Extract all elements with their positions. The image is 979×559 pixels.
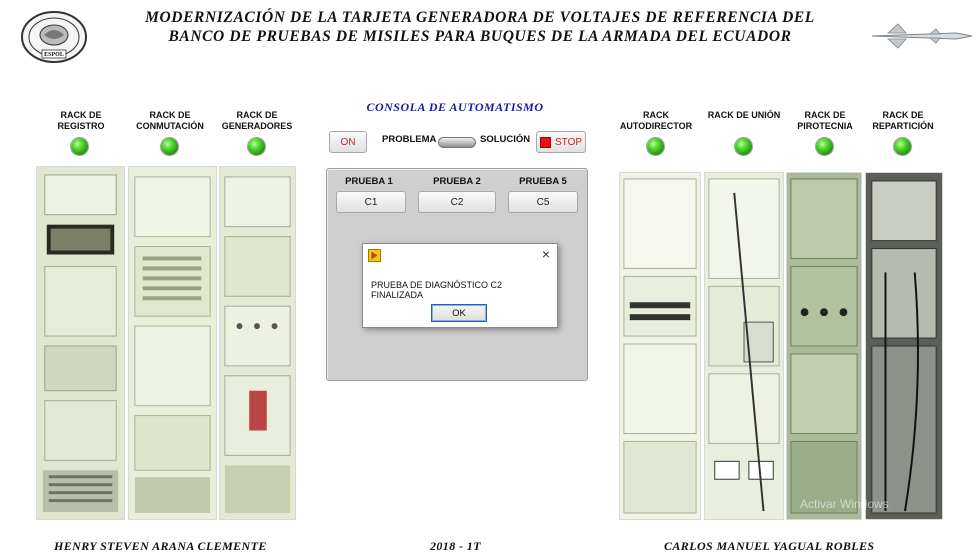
- c5-button[interactable]: C5: [508, 191, 578, 213]
- activate-windows-watermark: Activar Windows: [800, 497, 889, 511]
- message-dialog: × PRUEBA DE DIAGNÓSTICO C2 FINALIZADA OK: [362, 243, 558, 328]
- c1-button[interactable]: C1: [336, 191, 406, 213]
- rack-label-pirotecnia: RACK DE PIROTECNIA: [797, 110, 853, 131]
- solucion-label: SOLUCIÓN: [480, 134, 531, 145]
- rack-label-union: RACK DE UNIÓN: [707, 110, 781, 120]
- rack-image-conmutacion: [128, 166, 217, 520]
- close-icon[interactable]: ×: [542, 246, 550, 262]
- author-left: HENRY STEVEN ARANA CLEMENTE: [54, 539, 267, 553]
- stop-button[interactable]: STOP: [536, 131, 586, 153]
- labview-icon: [368, 249, 381, 262]
- console-title: CONSOLA DE AUTOMATISMO: [366, 100, 544, 114]
- prueba-5-label: PRUEBA 5: [519, 176, 567, 187]
- c2-button[interactable]: C2: [418, 191, 496, 213]
- term-label: 2018 - 1T: [430, 539, 481, 553]
- problema-label: PROBLEMA: [382, 134, 437, 145]
- rack-label-generadores: RACK DE GENERADORES: [221, 110, 293, 131]
- stop-label: STOP: [554, 136, 583, 148]
- stop-square-icon: [539, 136, 551, 148]
- rack-image-generadores: [219, 166, 296, 520]
- status-led-generadores: [248, 138, 265, 155]
- rack-label-autodirector: RACK AUTODIRECTOR: [619, 110, 693, 131]
- rack-image-registro: [36, 166, 125, 520]
- rack-image-union: [704, 172, 784, 520]
- rack-label-conmutacion: RACK DE CONMUTACIÓN: [136, 110, 204, 131]
- ok-button[interactable]: OK: [431, 304, 487, 322]
- rack-label-registro: RACK DE REGISTRO: [57, 110, 105, 131]
- title-line-2: BANCO DE PRUEBAS DE MISILES PARA BUQUES …: [168, 28, 792, 45]
- logo-text: ESPOL: [44, 52, 64, 58]
- author-right: CARLOS MANUEL YAGUAL ROBLES: [664, 539, 875, 553]
- dialog-message: PRUEBA DE DIAGNÓSTICO C2 FINALIZADA: [371, 280, 503, 300]
- rack-image-reparticion: [865, 172, 943, 520]
- status-led-reparticion: [894, 138, 911, 155]
- rack-label-reparticion: RACK DE REPARTICIÓN: [872, 110, 934, 131]
- status-led-pirotecnia: [816, 138, 833, 155]
- prueba-1-label: PRUEBA 1: [345, 176, 393, 187]
- rack-image-autodirector: [619, 172, 701, 520]
- missile-icon: [868, 20, 974, 52]
- page-title: MODERNIZACIÓN DE LA TARJETA GENERADORA D…: [100, 8, 860, 46]
- on-button[interactable]: ON: [329, 131, 367, 153]
- status-led-registro: [71, 138, 88, 155]
- status-led-conmutacion: [161, 138, 178, 155]
- status-led-autodirector: [647, 138, 664, 155]
- prueba-2-label: PRUEBA 2: [433, 176, 481, 187]
- rack-image-pirotecnia: [786, 172, 862, 520]
- title-line-1: MODERNIZACIÓN DE LA TARJETA GENERADORA D…: [145, 9, 815, 26]
- problema-solucion-toggle[interactable]: [438, 137, 476, 148]
- status-led-union: [735, 138, 752, 155]
